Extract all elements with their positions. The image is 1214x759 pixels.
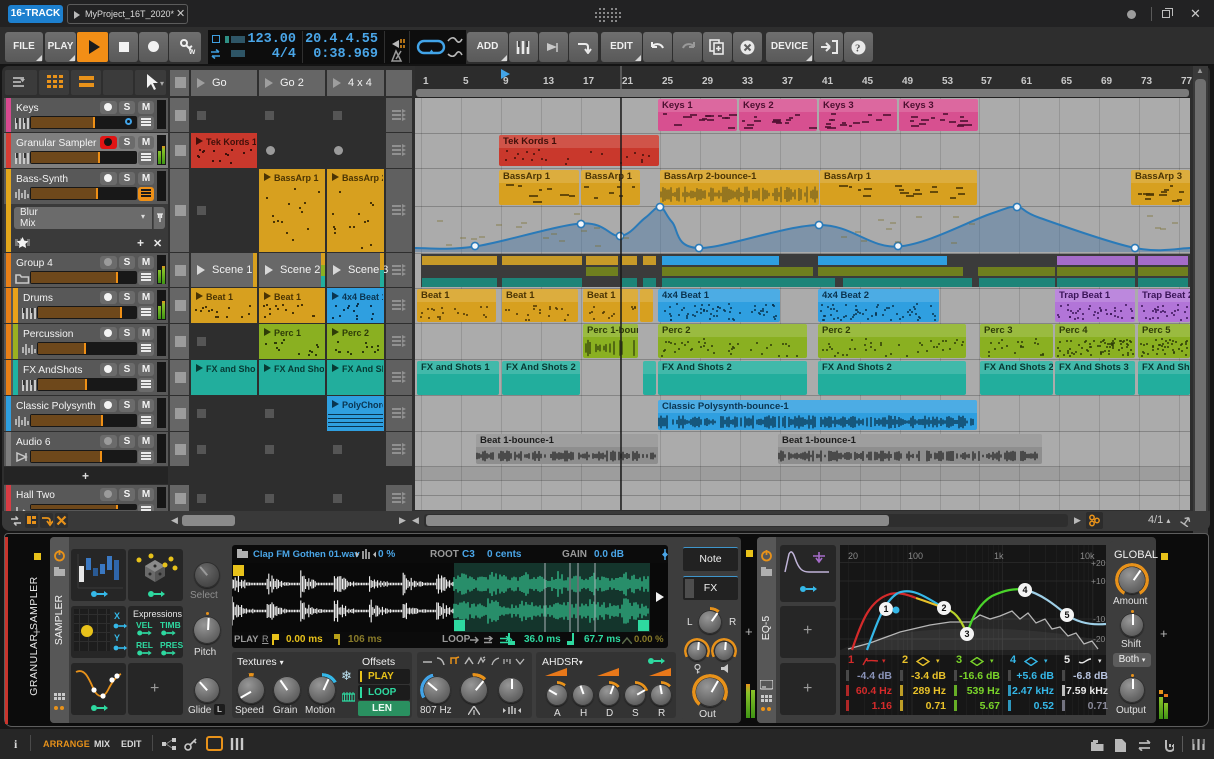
- svg-text:1: 1: [883, 604, 888, 614]
- svg-text:3: 3: [964, 629, 969, 639]
- svg-text:5: 5: [1064, 610, 1069, 620]
- svg-text:4: 4: [1022, 585, 1027, 595]
- svg-text:2: 2: [941, 603, 946, 613]
